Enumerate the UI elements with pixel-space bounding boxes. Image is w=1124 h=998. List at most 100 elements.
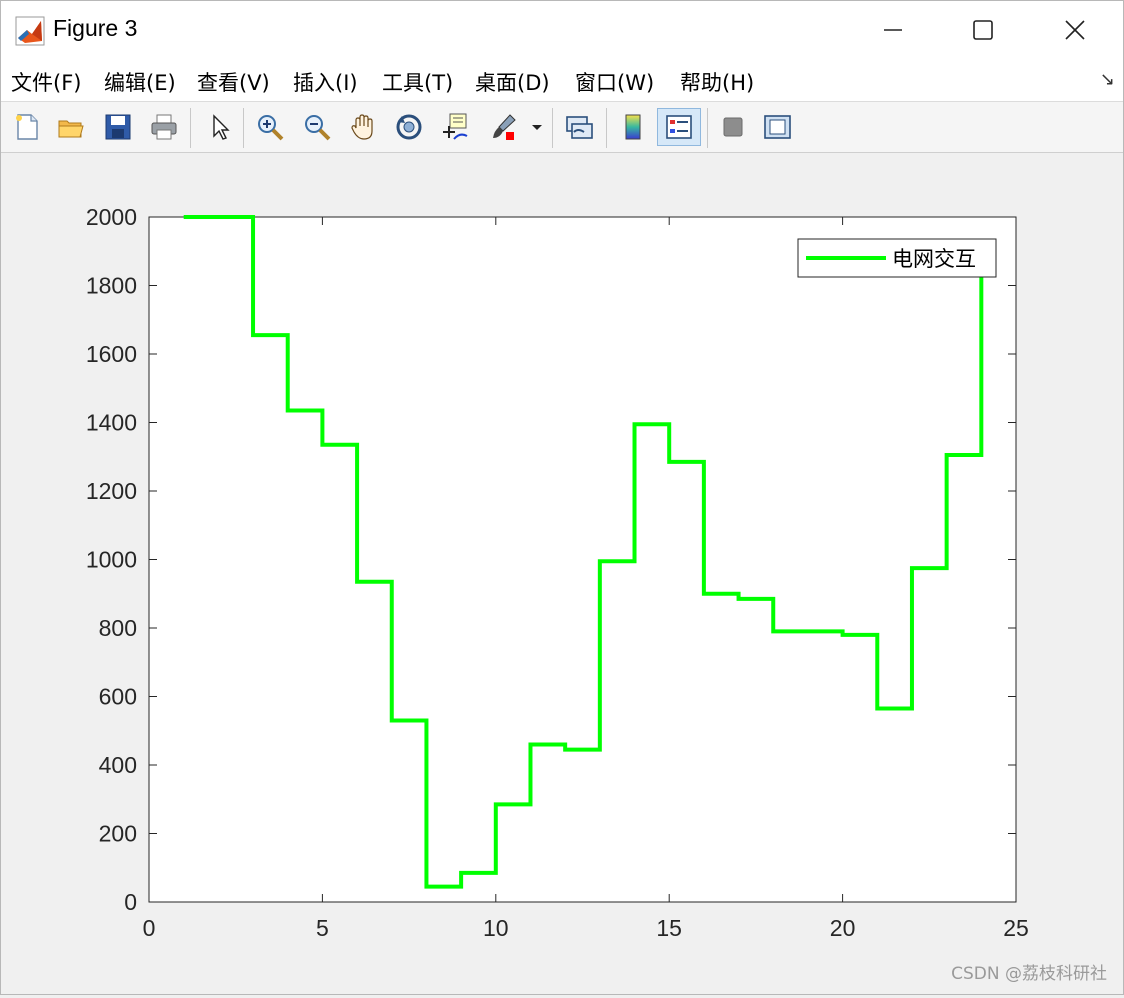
chart[interactable]: 0 5 10 15 20 25 0 200 400 600 800 1000 1200 1400 1600 1…	[1, 153, 1123, 994]
data-cursor-button[interactable]	[437, 108, 473, 146]
data-point	[218, 217, 219, 218]
save-button[interactable]	[100, 108, 136, 146]
edit-plot-button[interactable]	[202, 108, 238, 146]
data-point	[495, 804, 496, 805]
legend-button[interactable]	[657, 108, 701, 146]
colorbar-button[interactable]	[615, 108, 651, 146]
y-tick-label: 200	[99, 821, 137, 847]
y-tick-label: 1800	[86, 273, 137, 299]
toolbar-separator	[190, 108, 191, 148]
close-button[interactable]	[1029, 1, 1121, 59]
close-icon	[1065, 20, 1085, 40]
y-tick-label: 400	[99, 752, 137, 778]
toolbar-separator	[606, 108, 607, 148]
brush-dropdown-icon	[532, 125, 542, 130]
zoom-in-icon	[258, 115, 284, 141]
legend-icon	[666, 115, 692, 139]
x-tick-label: 5	[316, 915, 329, 941]
y-tick-label: 600	[99, 684, 137, 710]
zoom-in-button[interactable]	[252, 108, 288, 146]
y-tick-label: 2000	[86, 204, 137, 230]
new-figure-button[interactable]	[9, 108, 45, 146]
colorbar-icon	[625, 114, 641, 140]
axes-box	[148, 216, 1017, 903]
minimize-icon	[884, 29, 902, 31]
hide-plot-tools-button[interactable]	[715, 108, 751, 146]
x-tick-label: 15	[656, 915, 682, 941]
rotate-3d-button[interactable]	[391, 108, 427, 146]
maximize-button[interactable]	[937, 1, 1029, 59]
menu-window[interactable]: 窗口(W)	[575, 67, 654, 97]
y-tick-label: 1600	[86, 341, 137, 367]
data-point	[738, 598, 739, 599]
y-tick-label: 0	[124, 889, 137, 915]
figure-window: Figure 3 文件(F) 编辑(E) 查看(V) 插入(I) 工具(T) 桌…	[0, 0, 1124, 995]
print-button[interactable]	[146, 108, 182, 146]
show-plot-tools-button[interactable]	[759, 108, 795, 146]
data-point	[807, 631, 808, 632]
open-file-icon	[58, 120, 84, 138]
zoom-out-icon	[305, 115, 331, 141]
brush-button[interactable]	[485, 108, 521, 146]
y-tick-label: 1400	[86, 410, 137, 436]
title-bar[interactable]: Figure 3	[1, 1, 1123, 59]
menu-view[interactable]: 查看(V)	[197, 67, 270, 97]
data-point	[391, 720, 392, 721]
data-point	[322, 444, 323, 445]
rotate-3d-icon	[396, 114, 422, 140]
window-title: Figure 3	[53, 15, 138, 41]
print-icon	[151, 114, 177, 140]
minimize-button[interactable]	[847, 1, 939, 59]
data-point	[183, 217, 184, 218]
link-plot-button[interactable]	[561, 108, 597, 146]
zoom-out-button[interactable]	[299, 108, 335, 146]
show-plot-tools-icon	[764, 115, 791, 139]
data-point	[253, 335, 254, 336]
y-tick-label: 800	[99, 615, 137, 641]
data-point	[287, 410, 288, 411]
data-point	[634, 424, 635, 425]
open-file-button[interactable]	[53, 108, 89, 146]
data-point	[946, 455, 947, 456]
data-point	[842, 634, 843, 635]
data-point	[530, 744, 531, 745]
maximize-icon	[973, 20, 993, 40]
menu-help[interactable]: 帮助(H)	[680, 67, 754, 97]
pointer-icon	[213, 114, 230, 140]
data-point	[357, 581, 358, 582]
data-point	[703, 593, 704, 594]
brush-dropdown-button[interactable]	[527, 108, 547, 146]
watermark: CSDN @荔枝科研社	[951, 964, 1107, 984]
toolbar-separator	[243, 108, 244, 148]
menu-insert[interactable]: 插入(I)	[293, 67, 358, 97]
data-point	[565, 749, 566, 750]
y-tick-label: 1000	[86, 547, 137, 573]
data-cursor-icon	[443, 113, 468, 140]
menu-desktop[interactable]: 桌面(D)	[475, 67, 550, 97]
x-tick-label: 20	[830, 915, 856, 941]
legend-label: 电网交互	[892, 248, 976, 271]
menu-file[interactable]: 文件(F)	[11, 67, 81, 97]
menu-tools[interactable]: 工具(T)	[382, 67, 453, 97]
data-point	[773, 631, 774, 632]
new-figure-icon	[16, 114, 38, 140]
pan-button[interactable]	[345, 108, 381, 146]
data-point	[461, 872, 462, 873]
dock-arrow-icon[interactable]: ↘	[1100, 69, 1115, 90]
matlab-logo-icon	[15, 16, 45, 46]
link-plot-icon	[566, 116, 593, 139]
toolbar-separator	[707, 108, 708, 148]
data-point	[877, 708, 878, 709]
figure-toolbar	[1, 102, 1123, 153]
pan-hand-icon	[351, 114, 373, 140]
x-tick-label: 0	[143, 915, 156, 941]
data-point	[911, 568, 912, 569]
x-tick-label: 25	[1003, 915, 1029, 941]
menu-edit[interactable]: 编辑(E)	[104, 67, 176, 97]
x-tick-label: 10	[483, 915, 509, 941]
brush-icon	[493, 114, 516, 140]
y-tick-label: 1200	[86, 478, 137, 504]
data-point	[669, 461, 670, 462]
toolbar-separator	[552, 108, 553, 148]
save-icon	[105, 114, 131, 140]
